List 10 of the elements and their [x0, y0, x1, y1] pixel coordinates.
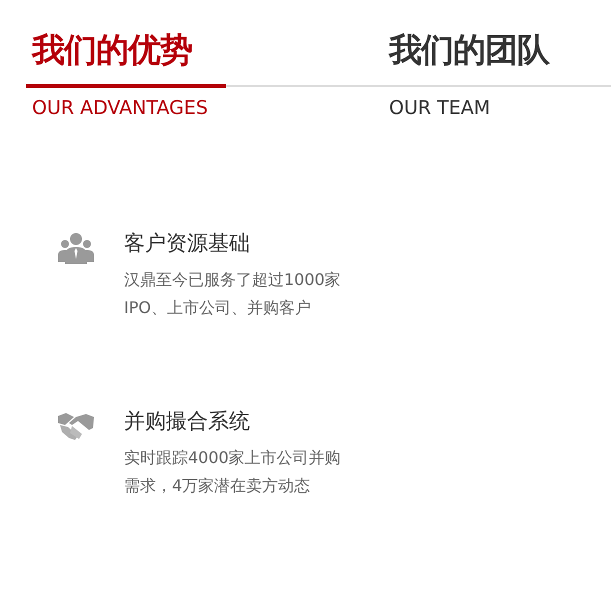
- tab[interactable]: 我们的优势 OUR ADVANTAGES: [26, 28, 226, 122]
- feature-description: 需求，4万家潜在卖方动态: [124, 475, 312, 497]
- feature-title: 并购撮合系统: [124, 408, 251, 435]
- people-icon: [58, 232, 94, 264]
- tab[interactable]: 我们的团队 OUR TEAM: [226, 28, 611, 122]
- handshake-icon: [58, 410, 94, 442]
- feature-description: 汉鼎至今已服务了超过1000家: [124, 269, 341, 291]
- feature-description: 实时跟踪4000家上市公司并购: [124, 447, 341, 469]
- feature-description: IPO、上市公司、并购客户: [124, 297, 312, 319]
- feature-title: 客户资源基础: [124, 230, 251, 257]
